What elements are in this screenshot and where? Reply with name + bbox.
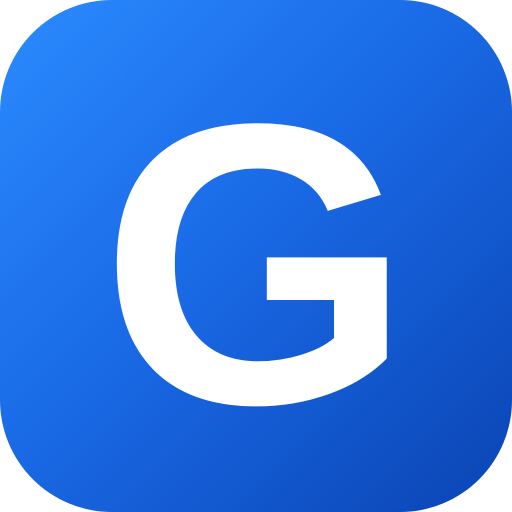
icon-letter: G — [100, 41, 411, 488]
app-icon: G — [0, 0, 512, 512]
letter-g-icon: G — [100, 41, 411, 488]
